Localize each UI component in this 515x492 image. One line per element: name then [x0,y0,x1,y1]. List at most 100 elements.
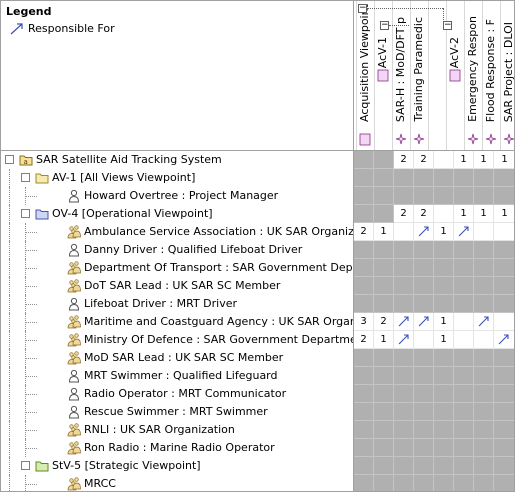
matrix-cell[interactable] [374,151,394,169]
tree-node[interactable]: Ron Radio : Marine Radio Operator [1,439,354,457]
matrix-cell[interactable] [494,169,514,187]
matrix-row[interactable]: Ministry Of Defence : SAR Government Dep… [1,331,514,349]
matrix-cell[interactable] [474,421,494,439]
responsible-for-arrow-icon[interactable] [414,223,434,241]
tree-node[interactable]: Rescue Swimmer : MRT Swimmer [1,403,354,421]
collapse-group-toggle[interactable]: − [358,4,367,13]
matrix-row[interactable]: OV-4 [Operational Viewpoint] 2 2 1 1 1 [1,205,514,223]
collapse-group-toggle[interactable]: − [380,21,389,30]
matrix-row[interactable]: Danny Driver : Qualified Lifeboat Driver [1,241,514,259]
matrix-cell[interactable] [394,421,414,439]
matrix-row[interactable]: AV-1 [All Views Viewpoint] [1,169,514,187]
matrix-row[interactable]: Maritime and Coastguard Agency : UK SAR … [1,313,514,331]
matrix-cell[interactable] [474,259,494,277]
matrix-cell[interactable] [394,169,414,187]
column-label[interactable]: Emergency Respon [466,16,480,122]
responsible-for-arrow-icon[interactable] [394,313,414,331]
matrix-cell[interactable] [454,313,474,331]
matrix-cell[interactable] [434,241,454,259]
matrix-cell[interactable] [454,277,474,295]
matrix-cell[interactable] [354,439,374,457]
matrix-cell[interactable] [474,187,494,205]
matrix-cell[interactable]: 2 [394,205,414,223]
matrix-cell[interactable] [414,439,434,457]
matrix-cell[interactable] [394,385,414,403]
matrix-cell[interactable] [494,187,514,205]
matrix-cell[interactable] [374,439,394,457]
responsible-for-arrow-icon[interactable] [454,223,474,241]
matrix-row[interactable]: a SAR Satellite Aid Tracking System 2 2 1 1 1 [1,151,514,169]
matrix-cell[interactable] [394,223,414,241]
tree-node[interactable]: AV-1 [All Views Viewpoint] [1,169,354,187]
matrix-cell[interactable] [434,277,454,295]
matrix-cell[interactable]: 1 [474,151,494,169]
matrix-cell[interactable] [434,403,454,421]
matrix-cell[interactable] [374,349,394,367]
matrix-cell[interactable] [394,259,414,277]
matrix-cell[interactable] [474,367,494,385]
matrix-row[interactable]: Rescue Swimmer : MRT Swimmer [1,403,514,421]
matrix-cell[interactable] [374,277,394,295]
matrix-cell[interactable] [434,439,454,457]
matrix-cell[interactable] [354,475,374,491]
matrix-cell[interactable] [374,475,394,491]
matrix-cell[interactable] [494,403,514,421]
matrix-cell[interactable] [354,385,374,403]
matrix-cell[interactable]: 1 [454,205,474,223]
matrix-row[interactable]: Radio Operator : MRT Communicator [1,385,514,403]
matrix-cell[interactable]: 1 [434,331,454,349]
matrix-cell[interactable] [434,475,454,491]
matrix-row[interactable]: Lifeboat Driver : MRT Driver [1,295,514,313]
matrix-cell[interactable] [494,385,514,403]
matrix-cell[interactable] [454,475,474,491]
tree-node[interactable]: a SAR Satellite Aid Tracking System [1,151,354,169]
tree-node[interactable]: MoD SAR Lead : UK SAR SC Member [1,349,354,367]
matrix-cell[interactable]: 2 [414,205,434,223]
matrix-cell[interactable] [474,439,494,457]
matrix-row[interactable]: MoD SAR Lead : UK SAR SC Member [1,349,514,367]
matrix-cell[interactable] [394,457,414,475]
matrix-cell[interactable]: 2 [374,313,394,331]
matrix-cell[interactable]: 1 [494,151,514,169]
matrix-cell[interactable] [494,475,514,491]
matrix-cell[interactable] [354,421,374,439]
tree-node[interactable]: RNLI : UK SAR Organization [1,421,354,439]
matrix-cell[interactable] [434,367,454,385]
tree-node[interactable]: Ministry Of Defence : SAR Government Dep… [1,331,354,349]
matrix-cell[interactable] [474,349,494,367]
matrix-cell[interactable] [434,421,454,439]
matrix-row[interactable]: Ambulance Service Association : UK SAR O… [1,223,514,241]
matrix-cell[interactable] [434,169,454,187]
matrix-cell[interactable] [414,475,434,491]
matrix-cell[interactable] [414,457,434,475]
tree-node[interactable]: OV-4 [Operational Viewpoint] [1,205,354,223]
matrix-cell[interactable] [494,277,514,295]
matrix-cell[interactable] [454,439,474,457]
column-label[interactable]: AcV-2 [448,37,462,68]
matrix-cell[interactable]: 1 [374,331,394,349]
matrix-cell[interactable] [494,313,514,331]
matrix-cell[interactable] [394,403,414,421]
tree-node[interactable]: MRCC [1,475,354,491]
matrix-cell[interactable] [394,187,414,205]
column-label[interactable]: Flood Response : F [484,19,498,122]
matrix-cell[interactable] [434,349,454,367]
matrix-cell[interactable] [474,331,494,349]
matrix-cell[interactable] [374,403,394,421]
matrix-cell[interactable] [494,295,514,313]
matrix-cell[interactable] [394,295,414,313]
matrix-cell[interactable] [354,367,374,385]
matrix-cell[interactable] [474,457,494,475]
matrix-row[interactable]: MRCC [1,475,514,491]
matrix-cell[interactable] [454,241,474,259]
matrix-cell[interactable] [474,475,494,491]
matrix-cell[interactable] [454,169,474,187]
matrix-cell[interactable] [374,385,394,403]
column-label[interactable]: AcV-1 [376,37,390,68]
matrix-cell[interactable] [474,295,494,313]
matrix-cell[interactable] [474,241,494,259]
matrix-cell[interactable] [394,277,414,295]
matrix-cell[interactable] [454,403,474,421]
matrix-cell[interactable] [474,223,494,241]
matrix-cell[interactable] [454,421,474,439]
